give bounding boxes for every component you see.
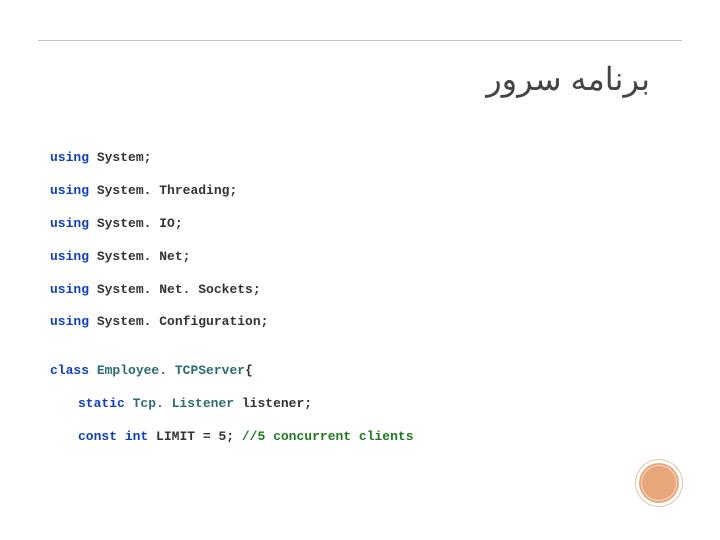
code-line: static Tcp. Listener listener;	[50, 396, 670, 413]
decorative-circle-icon	[636, 460, 682, 506]
code-line: using System. Net. Sockets;	[50, 282, 670, 299]
type-name: Tcp. Listener	[133, 396, 234, 411]
namespace: System. Net. Sockets;	[97, 282, 261, 297]
code-line: using System;	[50, 150, 670, 167]
code-line: using System. Configuration;	[50, 314, 670, 331]
keyword-const: const	[78, 429, 117, 444]
keyword-using: using	[50, 314, 89, 329]
namespace: System. Threading;	[97, 183, 237, 198]
accent-bar	[38, 40, 682, 41]
class-name: Employee. TCPServer	[97, 363, 245, 378]
namespace: System;	[97, 150, 152, 165]
keyword-class: class	[50, 363, 89, 378]
code-line: using System. IO;	[50, 216, 670, 233]
slide-title: برنامه سرور	[486, 60, 650, 98]
keyword-using: using	[50, 216, 89, 231]
code-line: class Employee. TCPServer{	[50, 363, 670, 380]
keyword-using: using	[50, 249, 89, 264]
namespace: System. Net;	[97, 249, 191, 264]
keyword-using: using	[50, 150, 89, 165]
code-line: using System. Net;	[50, 249, 670, 266]
slide: برنامه سرور using System; using System. …	[0, 0, 720, 540]
variable: LIMIT = 5;	[156, 429, 234, 444]
keyword-using: using	[50, 183, 89, 198]
keyword-using: using	[50, 282, 89, 297]
variable: listener;	[242, 396, 312, 411]
namespace: System. Configuration;	[97, 314, 269, 329]
comment: //5 concurrent clients	[242, 429, 414, 444]
namespace: System. IO;	[97, 216, 183, 231]
brace: {	[245, 363, 253, 378]
code-line: const int LIMIT = 5; //5 concurrent clie…	[50, 429, 670, 446]
keyword-static: static	[78, 396, 125, 411]
code-block: using System; using System. Threading; u…	[50, 150, 670, 462]
code-line: using System. Threading;	[50, 183, 670, 200]
keyword-int: int	[125, 429, 148, 444]
